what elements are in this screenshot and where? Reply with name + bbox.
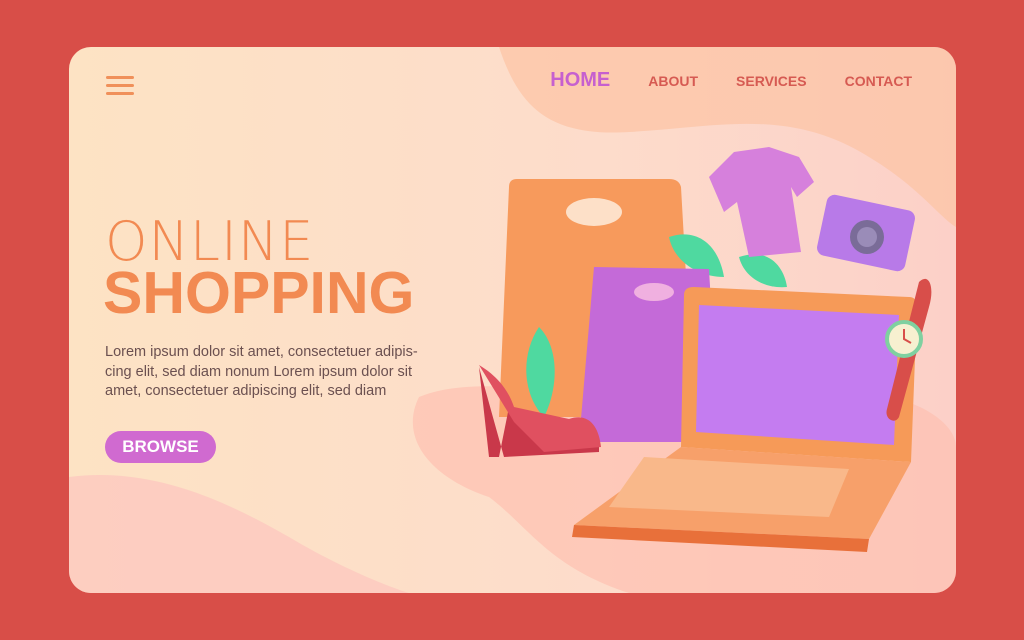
browse-button[interactable]: BROWSE	[105, 431, 216, 463]
top-nav: HOME ABOUT SERVICES CONTACT	[550, 69, 912, 92]
nav-services[interactable]: SERVICES	[736, 73, 807, 89]
hero-title-line2: SHOPPING	[103, 260, 415, 326]
t-shirt-icon	[709, 147, 814, 257]
hero-description: Lorem ipsum dolor sit amet, consectetuer…	[105, 344, 418, 399]
nav-about[interactable]: ABOUT	[648, 73, 698, 89]
nav-home[interactable]: HOME	[550, 69, 610, 92]
landing-page-card: HOME ABOUT SERVICES CONTACT ONLINE SHOPP…	[69, 47, 956, 593]
hamburger-menu-icon[interactable]	[106, 76, 136, 96]
nav-contact[interactable]: CONTACT	[845, 73, 912, 89]
camera-icon	[817, 194, 915, 272]
